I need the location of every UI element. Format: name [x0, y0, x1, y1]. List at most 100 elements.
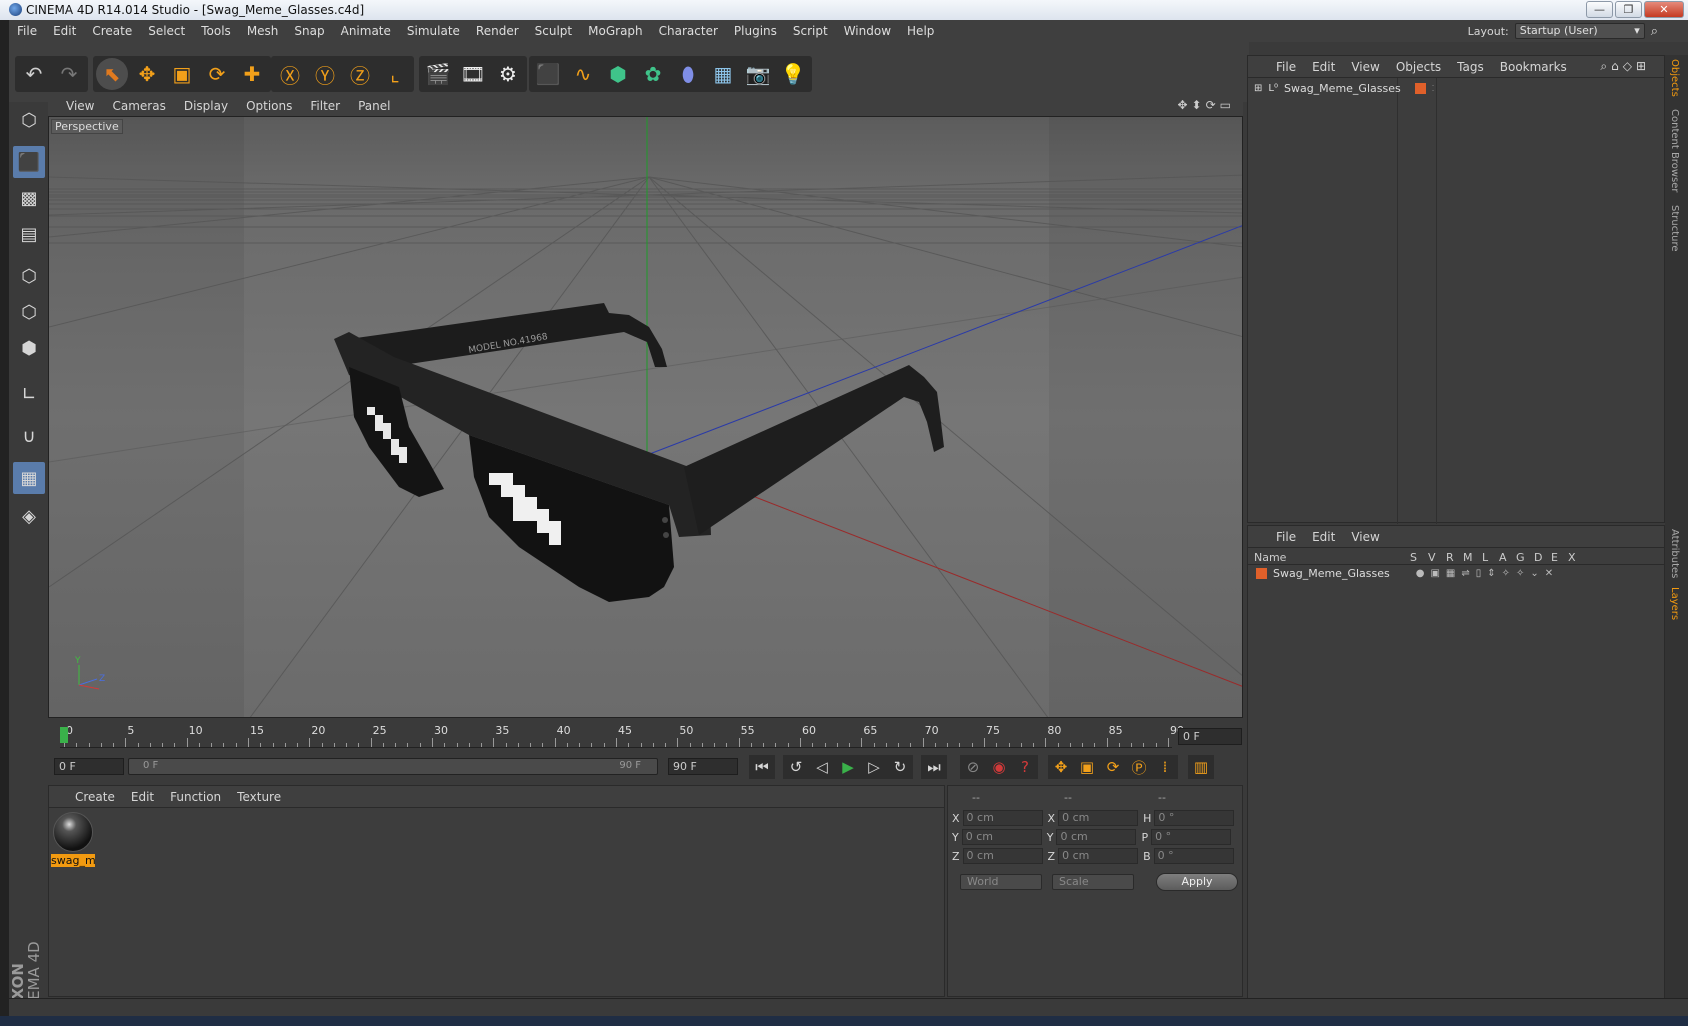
menu-select[interactable]: Select [140, 24, 193, 38]
record-parameter-icon[interactable]: Ⓟ [1126, 755, 1152, 779]
timeline-window-icon[interactable]: ▥ [1188, 755, 1214, 779]
frame-range-slider[interactable]: 0 F 90 F [128, 758, 658, 775]
tab-layers[interactable]: Layers [1669, 587, 1680, 620]
max-frame-field[interactable]: 90 F [668, 758, 738, 775]
cube-primitive-icon[interactable]: ⬛ [532, 58, 564, 90]
material-menu-edit[interactable]: Edit [123, 790, 162, 804]
live-selection-icon[interactable]: ⬉ [96, 58, 128, 90]
menu-plugins[interactable]: Plugins [726, 24, 785, 38]
viewport-menu-display[interactable]: Display [175, 99, 237, 113]
spline-icon[interactable]: ∿ [567, 58, 599, 90]
y-axis-lock-icon[interactable]: Ⓨ [309, 58, 341, 90]
current-frame-field[interactable]: 0 F [54, 758, 124, 775]
menu-mesh[interactable]: Mesh [239, 24, 287, 38]
axis-mode-icon[interactable]: ∟ [13, 378, 45, 410]
object-row[interactable]: ⊞ L⁰ Swag_Meme_Glasses ⁚ [1254, 82, 1434, 95]
object-menu-objects[interactable]: Objects [1388, 60, 1449, 74]
previous-frame-icon[interactable]: ◁ [809, 755, 835, 779]
viewport-navigation-icons[interactable]: ✥⬍⟳▭ [1177, 98, 1235, 112]
light-icon[interactable]: 💡 [777, 58, 809, 90]
timeline-ruler[interactable]: 0 5 10 15 20 25 30 35 40 45 50 55 60 65 70 75 80 85 90 0 F [48, 722, 1243, 750]
layer-col-animation[interactable]: A [1499, 551, 1507, 564]
tab-structure[interactable]: Structure [1669, 205, 1680, 252]
coordinate-space-select[interactable]: World [960, 874, 1042, 890]
apply-button[interactable]: Apply [1156, 873, 1238, 891]
layer-col-manager[interactable]: M [1463, 551, 1473, 564]
viewport-menu-cameras[interactable]: Cameras [103, 99, 174, 113]
object-menu-view[interactable]: View [1343, 60, 1387, 74]
autokeying-icon[interactable]: ◉ [986, 755, 1012, 779]
deformer-icon[interactable]: ⬮ [672, 58, 704, 90]
viewport-menu-options[interactable]: Options [237, 99, 301, 113]
make-editable-icon[interactable]: ⬡ [13, 104, 45, 136]
texture-mode-icon[interactable]: ▩ [13, 182, 45, 214]
layer-col-solo[interactable]: S [1410, 551, 1417, 564]
close-button[interactable]: ✕ [1644, 1, 1684, 18]
floor-scene-icon[interactable]: ▦ [707, 58, 739, 90]
layer-col-view[interactable]: V [1428, 551, 1436, 564]
redo-icon[interactable]: ↷ [53, 58, 85, 90]
restore-button[interactable]: ❐ [1615, 1, 1642, 18]
menu-help[interactable]: Help [899, 24, 942, 38]
menu-script[interactable]: Script [785, 24, 836, 38]
z-axis-lock-icon[interactable]: Ⓩ [344, 58, 376, 90]
layer-col-render[interactable]: R [1446, 551, 1454, 564]
x-axis-lock-icon[interactable]: Ⓧ [274, 58, 306, 90]
perspective-viewport[interactable]: MODEL NO.41968 Y Z Perspective [48, 116, 1243, 718]
search-icon[interactable]: ⌕ [1651, 24, 1658, 39]
subdivision-surface-icon[interactable]: ⬢ [602, 58, 634, 90]
layer-menu-view[interactable]: View [1343, 530, 1387, 544]
material-menu-texture[interactable]: Texture [229, 790, 289, 804]
polygons-mode-icon[interactable]: ⬢ [13, 332, 45, 364]
frame-ruler[interactable]: 0 5 10 15 20 25 30 35 40 45 50 55 60 65 70 75 80 85 90 [60, 722, 1184, 748]
layer-col-deformers[interactable]: D [1534, 551, 1542, 564]
locked-workplane-icon[interactable]: ◈ [13, 500, 45, 532]
object-menu-file[interactable]: File [1268, 60, 1304, 74]
coordinate-system-icon[interactable]: ⌞ [379, 58, 411, 90]
expand-icon[interactable]: ⊞ [1254, 83, 1262, 94]
undo-icon[interactable]: ↶ [18, 58, 50, 90]
layer-menu-file[interactable]: File [1268, 530, 1304, 544]
material-menu-create[interactable]: Create [67, 790, 123, 804]
tab-attributes[interactable]: Attributes [1669, 529, 1680, 578]
record-scale-icon[interactable]: ▣ [1074, 755, 1100, 779]
object-menu-edit[interactable]: Edit [1304, 60, 1343, 74]
next-frame-icon[interactable]: ▷ [861, 755, 887, 779]
workplane-lock-icon[interactable]: ▦ [13, 462, 45, 494]
create-tool-icon[interactable]: ✚ [236, 58, 268, 90]
layer-toggle-icons[interactable]: ●▣▦⇌▯⇕✧✧⌄✕ [1416, 568, 1559, 579]
layer-col-locked[interactable]: L [1482, 551, 1488, 564]
layer-col-generators[interactable]: G [1516, 551, 1525, 564]
menu-character[interactable]: Character [651, 24, 726, 38]
layer-col-xref[interactable]: X [1568, 551, 1576, 564]
record-active-objects-icon[interactable]: ⊘ [960, 755, 986, 779]
record-point-level-icon[interactable]: ⁞ [1152, 755, 1178, 779]
menu-animate[interactable]: Animate [333, 24, 399, 38]
coordinate-mode-select[interactable]: Scale [1052, 874, 1134, 890]
move-tool-icon[interactable]: ✥ [131, 58, 163, 90]
snap-icon[interactable]: ∪ [13, 420, 45, 452]
object-menu-bookmarks[interactable]: Bookmarks [1492, 60, 1575, 74]
layer-col-expressions[interactable]: E [1551, 551, 1558, 564]
material-menu-function[interactable]: Function [162, 790, 229, 804]
viewport-menu-panel[interactable]: Panel [349, 99, 399, 113]
layer-color-icon[interactable] [1414, 83, 1426, 94]
menu-render[interactable]: Render [468, 24, 527, 38]
visibility-dots-icon[interactable]: ⁚ [1432, 84, 1435, 93]
material-swatch[interactable]: swag_m [51, 810, 96, 867]
playhead-marker[interactable] [60, 727, 68, 743]
viewport-menu-view[interactable]: View [48, 99, 103, 113]
render-settings-icon[interactable]: ⚙ [492, 58, 524, 90]
menu-edit[interactable]: Edit [45, 24, 84, 38]
menu-create[interactable]: Create [84, 24, 140, 38]
camera-icon[interactable]: 📷 [742, 58, 774, 90]
tab-content-browser[interactable]: Content Browser [1669, 109, 1680, 192]
menu-window[interactable]: Window [836, 24, 899, 38]
object-manager-nav-icons[interactable]: ⌕⌂◇⊞ [1592, 59, 1658, 74]
rotate-tool-icon[interactable]: ⟳ [201, 58, 233, 90]
go-to-start-icon[interactable]: ⏮ [749, 755, 775, 779]
workplane-mode-icon[interactable]: ▤ [13, 218, 45, 250]
minimize-button[interactable]: — [1586, 1, 1613, 18]
keyframe-selection-icon[interactable]: ? [1012, 755, 1038, 779]
menu-mograph[interactable]: MoGraph [580, 24, 651, 38]
